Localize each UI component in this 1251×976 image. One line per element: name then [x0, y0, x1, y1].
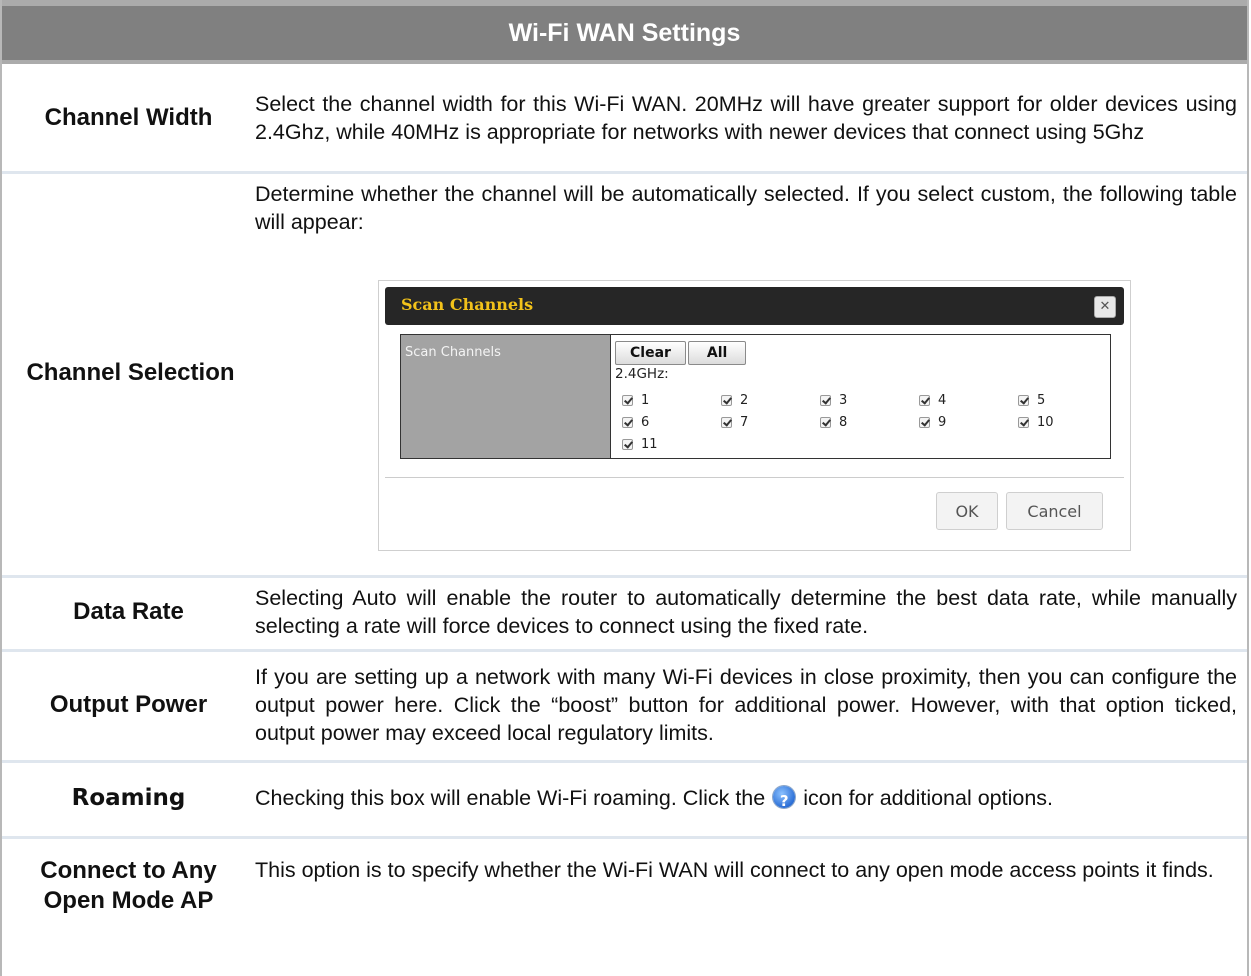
channel-checkbox[interactable]: [721, 417, 732, 428]
table-header: Wi-Fi WAN Settings: [2, 0, 1247, 64]
channel-number: 9: [938, 415, 947, 430]
channel-number: 6: [641, 415, 650, 430]
channel-checkbox-item[interactable]: 3: [820, 393, 847, 408]
dialog-title: Scan Channels: [401, 295, 534, 314]
channel-number: 2: [740, 393, 749, 408]
channel-checkbox-item[interactable]: 10: [1018, 415, 1054, 430]
channel-number: 11: [641, 437, 658, 452]
field-label: Scan Channels: [401, 335, 611, 458]
row-description: If you are setting up a network with man…: [255, 664, 1237, 745]
row-label: Data Rate: [73, 598, 184, 625]
channel-checkbox-item[interactable]: 2: [721, 393, 748, 408]
row-label: Output Power: [49, 690, 208, 718]
all-button[interactable]: All: [687, 341, 747, 365]
scan-channels-dialog: Scan Channels ✕ Scan Channels Clear All 2…: [378, 280, 1131, 551]
row-roaming: Roaming Checking this box will enable Wi…: [2, 760, 1247, 839]
channel-checkbox-item[interactable]: 1: [622, 393, 649, 408]
row-output-power: Output Power If you are setting up a net…: [2, 649, 1247, 763]
channel-number: 7: [740, 415, 749, 430]
channel-checkbox[interactable]: [1018, 417, 1029, 428]
channel-checkbox[interactable]: [622, 439, 633, 450]
scan-channels-form: Scan Channels Clear All 2.4GHz: 1 2 3 4 5 6 7 8 9…: [400, 334, 1111, 459]
channel-checkbox[interactable]: [919, 395, 930, 406]
channel-number: 1: [641, 393, 650, 408]
row-data-rate: Data Rate Selecting Auto will enable the…: [2, 575, 1247, 652]
channel-checkbox-item[interactable]: 7: [721, 415, 748, 430]
channel-checkbox[interactable]: [820, 395, 831, 406]
row-description: This option is to specify whether the Wi…: [255, 858, 1214, 882]
field-value: Clear All 2.4GHz: 1 2 3 4 5 6 7 8 9 10 11: [611, 335, 1110, 458]
row-channel-width: Channel Width Select the channel width f…: [2, 64, 1247, 174]
channel-number: 8: [839, 415, 848, 430]
row-label: Channel Width: [44, 103, 213, 131]
channel-checkbox-item[interactable]: 8: [820, 415, 847, 430]
dialog-divider: [385, 477, 1124, 478]
row-label: Connect to Any Open Mode AP: [40, 857, 217, 914]
band-label: 2.4GHz:: [615, 366, 669, 382]
channel-number: 3: [839, 393, 848, 408]
row-connect-open-ap: Connect to Any Open Mode AP This option …: [2, 836, 1247, 976]
channel-checkbox[interactable]: [919, 417, 930, 428]
dialog-title-bar: Scan Channels ✕: [385, 287, 1124, 325]
channel-number: 10: [1037, 415, 1054, 430]
channel-checkbox-item[interactable]: 11: [622, 437, 658, 452]
help-icon[interactable]: [773, 786, 796, 815]
channel-checkbox[interactable]: [820, 417, 831, 428]
channel-checkbox[interactable]: [721, 395, 732, 406]
close-icon[interactable]: ✕: [1094, 296, 1116, 318]
channel-checkbox-item[interactable]: 9: [919, 415, 946, 430]
channel-checkbox-item[interactable]: 5: [1018, 393, 1045, 408]
row-description: Checking this box will enable Wi-Fi roam…: [255, 760, 1247, 836]
row-description: Select the channel width for this Wi-Fi …: [255, 91, 1237, 144]
channel-checkbox[interactable]: [622, 417, 633, 428]
clear-button[interactable]: Clear: [615, 341, 686, 365]
channel-number: 4: [938, 393, 947, 408]
channel-checkbox[interactable]: [1018, 395, 1029, 406]
ok-button[interactable]: OK: [936, 492, 998, 530]
channel-number: 5: [1037, 393, 1046, 408]
row-label: Roaming: [71, 785, 186, 811]
cancel-button[interactable]: Cancel: [1006, 492, 1103, 530]
row-label: Channel Selection: [26, 359, 235, 386]
channel-checkbox-item[interactable]: 6: [622, 415, 649, 430]
table-title: Wi-Fi WAN Settings: [508, 18, 741, 47]
channel-checkbox[interactable]: [622, 395, 633, 406]
row-description: Selecting Auto will enable the router to…: [255, 586, 1237, 638]
channel-checkbox-item[interactable]: 4: [919, 393, 946, 408]
